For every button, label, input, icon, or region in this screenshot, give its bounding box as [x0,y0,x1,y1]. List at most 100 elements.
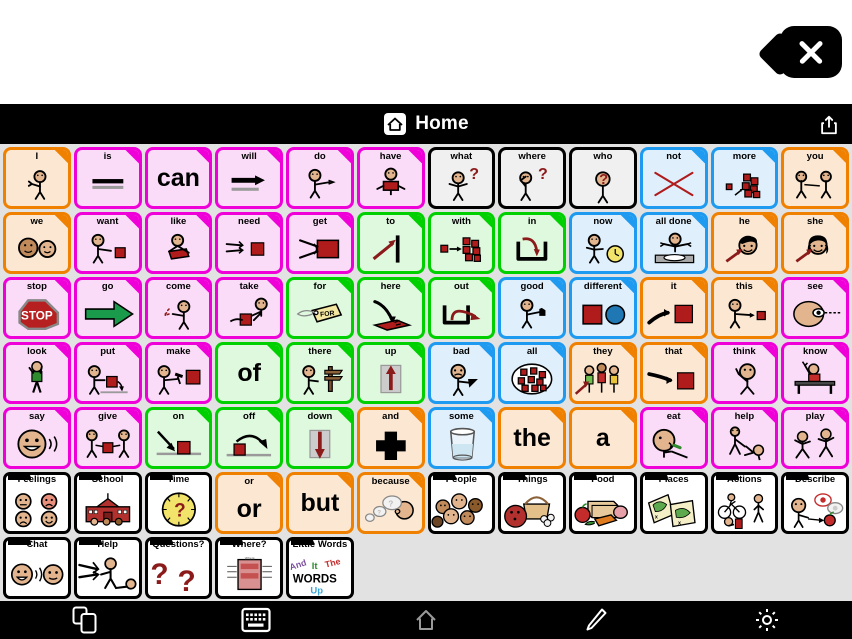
grid-button-need[interactable]: need [215,212,283,274]
grid-button-feelings[interactable]: Feelings [3,472,71,534]
grid-button-will[interactable]: will [215,147,283,209]
grid-button-to[interactable]: to [356,212,425,274]
grid-button-people[interactable]: People [427,472,496,534]
grid-button-what[interactable]: what? [427,147,496,209]
svg-text:?: ? [538,165,548,183]
grid-button-actions[interactable]: Actions [710,472,779,534]
toolbar-home-button[interactable] [341,601,511,639]
person-question-head-icon: ? [572,162,634,206]
grid-button-put[interactable]: put [73,342,142,404]
grid-button-in[interactable]: in [498,212,566,274]
grid-button-play[interactable]: play [781,407,849,469]
grid-button-different[interactable]: different [569,277,637,339]
grid-button-he[interactable]: he [710,212,779,274]
grid-button-give[interactable]: give [73,407,142,469]
grid-button-school[interactable]: School [73,472,142,534]
grid-button-can[interactable]: cancan [144,147,213,209]
grid-button-out[interactable]: out [427,277,496,339]
grid-button-things[interactable]: Things [498,472,566,534]
grid-button-like[interactable]: like [144,212,213,274]
grid-button-time[interactable]: Time? [144,472,213,534]
grid-button-look[interactable]: look [3,342,71,404]
grid-button-do[interactable]: do [286,147,354,209]
two-faces-icon [6,227,68,271]
grid-button-questions-[interactable]: Questions??? [144,537,213,599]
grid-button-now[interactable]: now [569,212,637,274]
button-label: down [307,411,333,422]
toolbar-pages-button[interactable] [0,601,170,639]
grid-button-this[interactable]: this [710,277,779,339]
corner-fold [619,410,634,424]
close-x-icon [796,37,826,67]
grid-button-she[interactable]: she [781,212,849,274]
button-label: it [670,281,677,292]
grid-button-it[interactable]: it [639,277,708,339]
grid-button-little-words[interactable]: Little Words And It The WORDS Up [286,537,354,599]
grid-button-you[interactable]: you [781,147,849,209]
grid-button-they[interactable]: they [569,342,637,404]
grid-button-have[interactable]: have [356,147,425,209]
toolbar-edit-button[interactable] [511,601,681,639]
grid-button-up[interactable]: up [356,342,425,404]
grid-button-a[interactable]: aa [569,407,637,469]
grid-button-see[interactable]: see [781,277,849,339]
grid-button-off[interactable]: off [215,407,283,469]
grid-button-all-done[interactable]: all done [639,212,708,274]
person-question-look-icon: ? [501,162,563,206]
grid-button-stop[interactable]: stop STOP [3,277,71,339]
button-label: Things [516,474,548,485]
grid-button-where-[interactable]: Where? Where [215,537,283,599]
grid-button-more[interactable]: more [710,147,779,209]
grid-button-chat[interactable]: Chat [3,537,71,599]
grid-button-help[interactable]: Help [73,537,142,599]
grid-button-say[interactable]: say [3,407,71,469]
grid-button-not[interactable]: not [639,147,708,209]
share-button[interactable] [814,110,844,140]
grid-button-or[interactable]: or or [215,472,283,534]
grid-button-for[interactable]: for FOR [286,277,354,339]
grid-button-think[interactable]: think [710,342,779,404]
grid-button-on[interactable]: on [144,407,213,469]
grid-button-because[interactable]: because?? [356,472,425,534]
grid-button-all[interactable]: all [498,342,566,404]
button-label: give [98,411,118,422]
grid-button-eat[interactable]: eat [639,407,708,469]
grid-button-go[interactable]: go [73,277,142,339]
grid-button-there[interactable]: there [286,342,354,404]
grid-button-that[interactable]: that [639,342,708,404]
grid-button-who[interactable]: who? [569,147,637,209]
grid-button-the[interactable]: thethe [498,407,566,469]
grid-button-and[interactable]: and [356,407,425,469]
grid-button-food[interactable]: Food [569,472,637,534]
grid-button-where[interactable]: where? [498,147,566,209]
grid-button-but[interactable]: butbut [286,472,354,534]
button-label: because [371,476,410,487]
grid-button-make[interactable]: make [144,342,213,404]
grid-button-down[interactable]: down [286,407,354,469]
person-hand-raised-desk-icon [784,357,846,401]
grid-button-take[interactable]: take [215,277,283,339]
grid-button-good[interactable]: good [498,277,566,339]
grid-button-is[interactable]: is [73,147,142,209]
grid-button-help[interactable]: help [710,407,779,469]
button-word: can [156,163,200,192]
clock-question-icon: ? [145,485,213,534]
grid-button-come[interactable]: come [144,277,213,339]
toolbar-keyboard-button[interactable] [170,601,340,639]
grid-button-with[interactable]: with [427,212,496,274]
grid-button-places[interactable]: Places x x [639,472,708,534]
grid-button-here[interactable]: here [356,277,425,339]
close-button[interactable] [780,26,842,78]
grid-button-we[interactable]: we [3,212,71,274]
grid-button-know[interactable]: know [781,342,849,404]
grid-button-get[interactable]: get [286,212,354,274]
grid-button-i[interactable]: I [3,147,71,209]
button-label: help [734,411,755,422]
toolbar-settings-button[interactable] [682,601,852,639]
grid-button-describe[interactable]: Describe [781,472,849,534]
button-label: have [379,151,402,162]
grid-button-some[interactable]: some [427,407,496,469]
grid-button-of[interactable]: ofof [215,342,283,404]
grid-button-bad[interactable]: bad [427,342,496,404]
grid-button-want[interactable]: want [73,212,142,274]
